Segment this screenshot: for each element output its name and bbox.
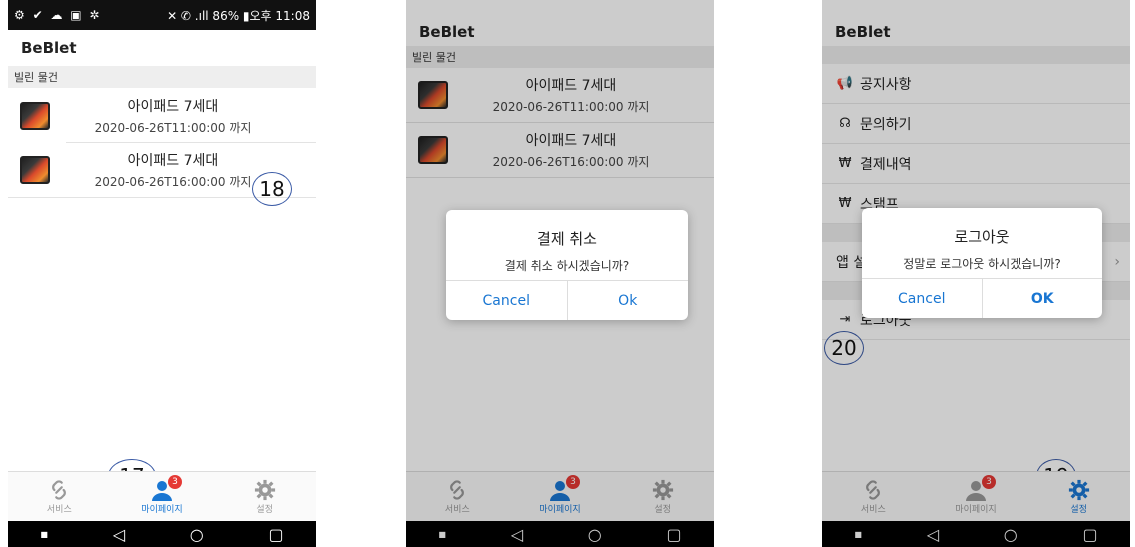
rented-item[interactable]: 아이패드 7세대 2020-06-26T11:00:00 까지 <box>8 88 316 143</box>
ipad-thumbnail-icon <box>20 101 50 130</box>
recents-dot-icon[interactable]: ■ <box>40 530 48 539</box>
android-nav-bar: ■ ◁ ○ ▢ <box>8 521 316 547</box>
overview-icon[interactable]: ▢ <box>268 525 283 544</box>
tab-mypage-label: 마이페이지 <box>141 505 183 515</box>
status-left-icons: ⚙ ✔ ☁ ▣ ✲ <box>14 8 102 22</box>
app-title: BeBlet <box>21 39 77 57</box>
ipad-thumbnail-icon <box>20 156 50 184</box>
phone-screen-cancel-dialog: BeBlet 빌린 물건 아이패드 7세대 2020-06-26T11:00:0… <box>406 0 714 547</box>
item-name: 아이패드 7세대 <box>127 98 219 115</box>
ok-button[interactable]: Ok <box>566 281 689 320</box>
phone-screen-settings: BeBlet 📢 공지사항 ☊ 문의하기 ₩ 결제내역 ₩ 스탬프 앱 설 › … <box>822 0 1130 547</box>
item-name: 아이패드 7세대 <box>127 153 219 169</box>
tab-bar: 서비스 3 마이페이지 설정 <box>8 471 316 521</box>
rented-section-header: 빌린 물건 <box>8 66 316 88</box>
item-date: 2020-06-26T11:00:00 까지 <box>94 120 252 135</box>
tab-settings[interactable]: 설정 <box>213 472 316 521</box>
notification-badge: 3 <box>168 475 182 489</box>
gear-icon <box>254 478 276 502</box>
dialog-title: 로그아웃 <box>954 228 1010 246</box>
ok-button[interactable]: OK <box>981 279 1103 318</box>
back-icon[interactable]: ◁ <box>113 525 125 544</box>
dialog-message: 정말로 로그아웃 하시겠습니까? <box>903 257 1061 271</box>
tab-service-label: 서비스 <box>46 505 72 515</box>
user-icon: 3 <box>150 475 182 502</box>
cancel-payment-dialog: 결제 취소 결제 취소 하시겠습니까? Cancel Ok <box>446 210 688 320</box>
callout-18: 18 <box>252 172 292 206</box>
status-right-text: ✕ ✆ .ıll 86% ▮오후 11:08 <box>167 8 310 23</box>
logout-dialog: 로그아웃 정말로 로그아웃 하시겠습니까? Cancel OK <box>862 208 1102 318</box>
home-icon[interactable]: ○ <box>190 525 204 544</box>
dialog-title: 결제 취소 <box>537 230 597 248</box>
tab-mypage[interactable]: 3 마이페이지 <box>111 472 214 521</box>
link-icon <box>48 478 70 502</box>
tab-settings-label: 설정 <box>256 505 273 515</box>
phone-screen-mypage: ⚙ ✔ ☁ ▣ ✲ ✕ ✆ .ıll 86% ▮오후 11:08 BeBlet … <box>8 0 316 547</box>
tab-service[interactable]: 서비스 <box>8 472 111 521</box>
status-bar: ⚙ ✔ ☁ ▣ ✲ ✕ ✆ .ıll 86% ▮오후 11:08 <box>8 0 316 30</box>
cancel-button[interactable]: Cancel <box>862 279 982 318</box>
cancel-button[interactable]: Cancel <box>446 281 567 320</box>
dialog-message: 결제 취소 하시겠습니까? <box>504 259 630 273</box>
